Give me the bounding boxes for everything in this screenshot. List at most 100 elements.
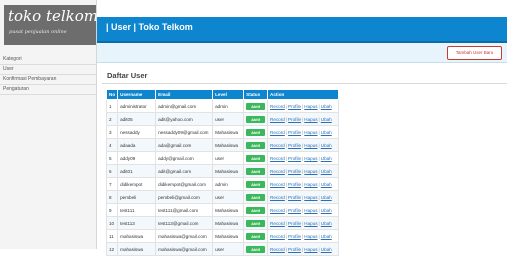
- status-badge[interactable]: Aktif: [246, 128, 266, 136]
- edit-link[interactable]: Ubah: [321, 195, 332, 200]
- delete-link[interactable]: Hapus: [304, 234, 317, 239]
- delete-link[interactable]: Hapus: [304, 156, 317, 161]
- delete-link[interactable]: Hapus: [304, 104, 317, 109]
- delete-link[interactable]: Hapus: [304, 195, 317, 200]
- column-header-no: No: [105, 89, 119, 100]
- profile-link[interactable]: Profile: [288, 247, 301, 252]
- edit-link[interactable]: Ubah: [321, 169, 332, 174]
- column-header-username: Username: [117, 89, 157, 100]
- status-badge[interactable]: Aktif: [246, 245, 266, 253]
- status-badge[interactable]: Aktif: [246, 102, 266, 110]
- table-row: 9 test111 test111@gmail.com Mahasiswa Aktif R…: [105, 203, 340, 217]
- cell-email: pembeli@gmail.com: [155, 190, 214, 204]
- column-header-email: Email: [155, 89, 214, 100]
- status-badge[interactable]: Aktif: [246, 115, 266, 123]
- cell-status: Aktif: [243, 164, 269, 178]
- status-badge[interactable]: Aktif: [246, 180, 266, 188]
- profile-link[interactable]: Profile: [288, 104, 301, 109]
- cell-username: adaada: [117, 138, 157, 152]
- cell-no: 6: [105, 164, 119, 178]
- cell-action: Record|Profile|Hapus|Ubah: [267, 151, 340, 165]
- add-user-button[interactable]: Tambah User Baru: [447, 46, 502, 60]
- record-link[interactable]: Record: [270, 130, 285, 135]
- cell-username: test113: [117, 216, 157, 230]
- status-badge[interactable]: Aktif: [246, 141, 266, 149]
- profile-link[interactable]: Profile: [288, 143, 301, 148]
- edit-link[interactable]: Ubah: [321, 130, 332, 135]
- cell-username: mahasiswa: [117, 242, 157, 256]
- sidebar-item-konfirmasi-pembayaran[interactable]: Konfirmasi Pembayaran: [0, 75, 96, 85]
- cell-email: mahasiswa@gmail.com: [155, 242, 214, 256]
- profile-link[interactable]: Profile: [288, 169, 301, 174]
- cell-status: Aktif: [243, 125, 269, 139]
- edit-link[interactable]: Ubah: [321, 104, 332, 109]
- delete-link[interactable]: Hapus: [304, 117, 317, 122]
- cell-action: Record|Profile|Hapus|Ubah: [267, 138, 340, 152]
- section-title: Daftar User: [107, 71, 148, 80]
- status-badge[interactable]: Aktif: [246, 154, 266, 162]
- status-badge[interactable]: Aktif: [246, 167, 266, 175]
- status-badge[interactable]: Aktif: [246, 219, 266, 227]
- profile-link[interactable]: Profile: [288, 182, 301, 187]
- toolbar: Tambah User Baru: [97, 43, 507, 63]
- delete-link[interactable]: Hapus: [304, 208, 317, 213]
- cell-email: test113@gmail.com: [155, 216, 214, 230]
- profile-link[interactable]: Profile: [288, 234, 301, 239]
- edit-link[interactable]: Ubah: [321, 247, 332, 252]
- record-link[interactable]: Record: [270, 104, 285, 109]
- cell-email: nessaddy09@gmail.com: [155, 125, 214, 139]
- cell-status: Aktif: [243, 151, 269, 165]
- profile-link[interactable]: Profile: [288, 208, 301, 213]
- record-link[interactable]: Record: [270, 234, 285, 239]
- edit-link[interactable]: Ubah: [321, 143, 332, 148]
- cell-status: Aktif: [243, 138, 269, 152]
- record-link[interactable]: Record: [270, 195, 285, 200]
- status-badge[interactable]: Aktif: [246, 206, 266, 214]
- cell-status: Aktif: [243, 112, 269, 126]
- cell-action: Record|Profile|Hapus|Ubah: [267, 242, 340, 256]
- sidebar-item-pengaturan[interactable]: Pengaturan: [0, 85, 96, 95]
- record-link[interactable]: Record: [270, 117, 285, 122]
- profile-link[interactable]: Profile: [288, 195, 301, 200]
- profile-link[interactable]: Profile: [288, 130, 301, 135]
- edit-link[interactable]: Ubah: [321, 156, 332, 161]
- table-row: 1 administrator admin@gmail.com admin Aktif R…: [105, 99, 340, 113]
- delete-link[interactable]: Hapus: [304, 130, 317, 135]
- delete-link[interactable]: Hapus: [304, 182, 317, 187]
- cell-no: 9: [105, 203, 119, 217]
- record-link[interactable]: Record: [270, 143, 285, 148]
- cell-level: user: [212, 242, 245, 256]
- table-row: 12 mahasiswa mahasiswa@gmail.com user Aktif R…: [105, 242, 340, 256]
- column-header-status: Status: [243, 89, 269, 100]
- edit-link[interactable]: Ubah: [321, 208, 332, 213]
- status-badge[interactable]: Aktif: [246, 232, 266, 240]
- cell-no: 2: [105, 112, 119, 126]
- table-row: 11 mahasiswa mahasiswa@gmail.com Mahasiswa A…: [105, 229, 340, 243]
- edit-link[interactable]: Ubah: [321, 221, 332, 226]
- status-badge[interactable]: Aktif: [246, 193, 266, 201]
- edit-link[interactable]: Ubah: [321, 117, 332, 122]
- logo[interactable]: toko telkom pusat penjualan online: [4, 5, 98, 45]
- sidebar-item-user[interactable]: User: [0, 65, 96, 75]
- record-link[interactable]: Record: [270, 156, 285, 161]
- cell-no: 4: [105, 138, 119, 152]
- table-row: 10 test113 test113@gmail.com Mahasiswa Aktif…: [105, 216, 340, 230]
- delete-link[interactable]: Hapus: [304, 247, 317, 252]
- cell-status: Aktif: [243, 99, 269, 113]
- record-link[interactable]: Record: [270, 182, 285, 187]
- edit-link[interactable]: Ubah: [321, 182, 332, 187]
- record-link[interactable]: Record: [270, 208, 285, 213]
- profile-link[interactable]: Profile: [288, 117, 301, 122]
- cell-no: 1: [105, 99, 119, 113]
- profile-link[interactable]: Profile: [288, 156, 301, 161]
- cell-no: 5: [105, 151, 119, 165]
- delete-link[interactable]: Hapus: [304, 221, 317, 226]
- edit-link[interactable]: Ubah: [321, 234, 332, 239]
- delete-link[interactable]: Hapus: [304, 143, 317, 148]
- record-link[interactable]: Record: [270, 169, 285, 174]
- record-link[interactable]: Record: [270, 221, 285, 226]
- record-link[interactable]: Record: [270, 247, 285, 252]
- delete-link[interactable]: Hapus: [304, 169, 317, 174]
- profile-link[interactable]: Profile: [288, 221, 301, 226]
- sidebar-item-kategori[interactable]: Kategori: [0, 55, 96, 65]
